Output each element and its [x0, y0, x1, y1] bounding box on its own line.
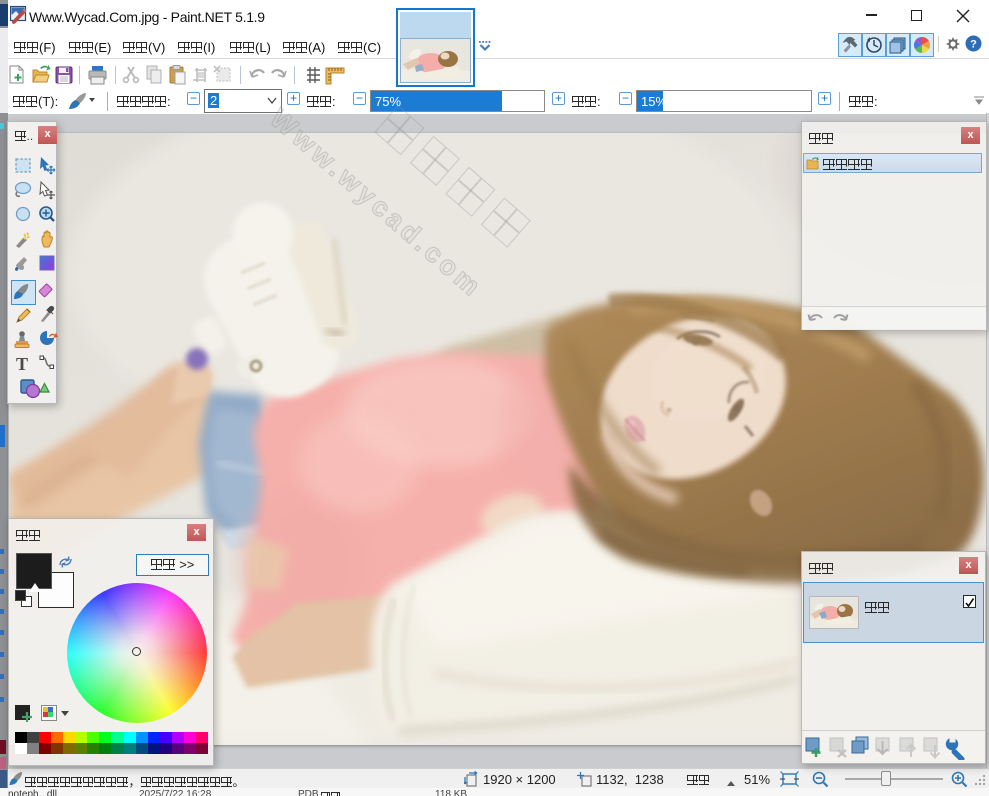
svg-text:T: T: [16, 354, 28, 374]
svg-text:?: ?: [970, 39, 977, 51]
